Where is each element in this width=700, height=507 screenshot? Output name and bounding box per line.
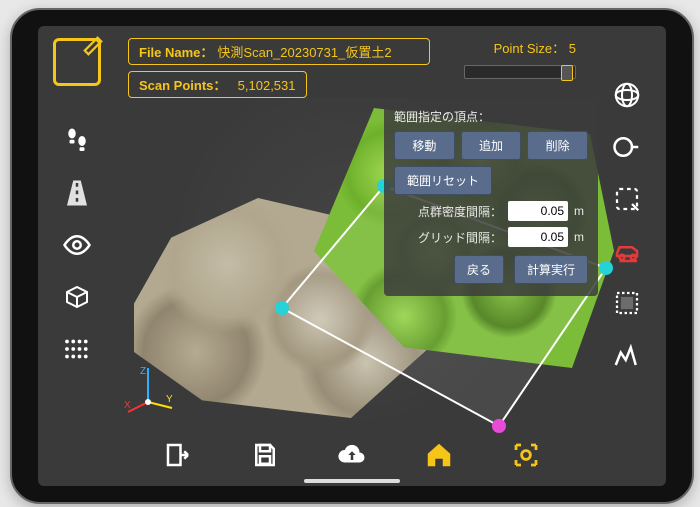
svg-text:Y: Y [166,394,173,405]
scan-points-label: Scan Points： [139,78,226,93]
vertex-handle-active[interactable] [492,419,506,433]
scan-points-value: 5,102,531 [238,78,296,93]
grid-icon[interactable] [60,332,94,366]
area-vehicle-icon[interactable] [610,234,644,268]
range-reset-button[interactable]: 範囲リセット [394,166,492,195]
home-icon[interactable] [422,438,456,472]
scan-points-box: Scan Points： 5,102,531 [128,71,307,98]
vertex-move-button[interactable]: 移動 [394,131,455,160]
home-indicator [304,479,400,483]
road-icon[interactable] [60,176,94,210]
contour-icon[interactable] [610,338,644,372]
eye-icon[interactable] [60,228,94,262]
edit-icon[interactable] [53,38,101,86]
point-size-value: 5 [569,41,576,56]
density-label: 点群密度間隔： [418,203,502,220]
svg-text:Z: Z [140,366,146,377]
back-button[interactable]: 戻る [454,255,504,284]
measure-icon[interactable] [610,130,644,164]
save-icon[interactable] [248,438,282,472]
capture-icon[interactable] [509,438,543,472]
file-name-box: File Name： 快測Scan_20230731_仮置土2 [128,38,430,65]
calc-run-button[interactable]: 計算実行 [514,255,588,284]
grid-input[interactable] [508,227,568,247]
upload-icon[interactable] [335,438,369,472]
vertex-handle[interactable] [275,301,289,315]
point-size-label: Point Size： [494,41,566,56]
file-name-label: File Name： [139,45,213,60]
vertex-delete-button[interactable]: 削除 [527,131,588,160]
grid-label: グリッド間隔： [418,229,502,246]
density-input[interactable] [508,201,568,221]
axis-gizmo[interactable]: X Y Z [122,362,174,414]
export-icon[interactable] [161,438,195,472]
crop-rect-icon[interactable] [610,286,644,320]
orbit-icon[interactable] [610,78,644,112]
file-name-value: 快測Scan_20230731_仮置土2 [217,45,391,60]
density-unit: m [574,204,588,218]
svg-text:X: X [124,400,131,411]
cube-icon[interactable] [60,280,94,314]
range-properties-panel: 範囲指定の頂点： 移動 追加 削除 範囲リセット 点群密度間隔： m グリッド間… [384,98,598,296]
grid-unit: m [574,230,588,244]
vertex-add-button[interactable]: 追加 [461,131,522,160]
footsteps-icon[interactable] [60,124,94,158]
panel-title: 範囲指定の頂点： [394,108,588,125]
point-size-slider-handle[interactable] [561,65,573,81]
point-size-slider[interactable] [464,65,576,79]
crop-lasso-icon[interactable] [610,182,644,216]
